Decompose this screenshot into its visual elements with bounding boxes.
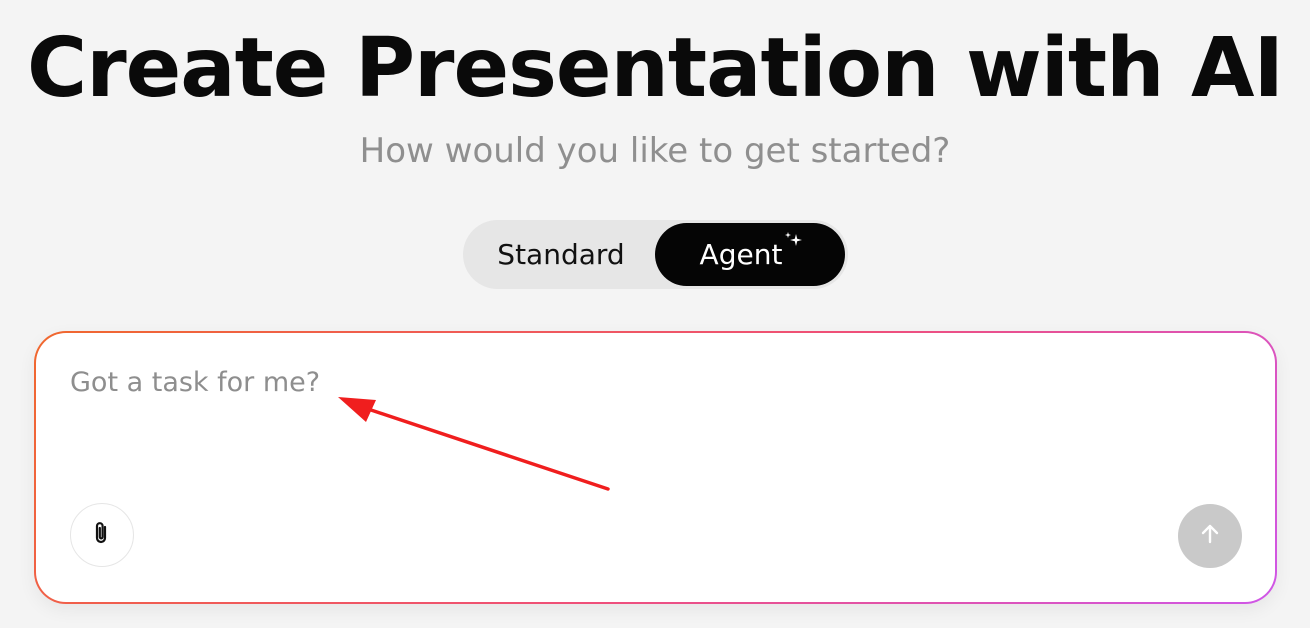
arrow-up-icon [1197,521,1223,551]
sparkle-icon [784,232,803,253]
task-prompt-input[interactable] [56,353,1156,473]
page: Create Presentation with AI How would yo… [0,0,1310,628]
paperclip-icon [91,520,113,550]
mode-toggle: Standard Agent [463,220,848,289]
attach-button[interactable] [70,503,134,567]
mode-standard-button[interactable]: Standard [466,223,656,286]
page-subtitle: How would you like to get started? [359,131,951,171]
mode-agent-label: Agent [699,238,783,271]
mode-agent-button[interactable]: Agent [655,223,845,286]
prompt-box [34,331,1277,604]
prompt-inner [36,333,1275,602]
page-title: Create Presentation with AI [27,21,1284,116]
mode-standard-label: Standard [497,238,625,271]
send-button[interactable] [1178,504,1242,568]
